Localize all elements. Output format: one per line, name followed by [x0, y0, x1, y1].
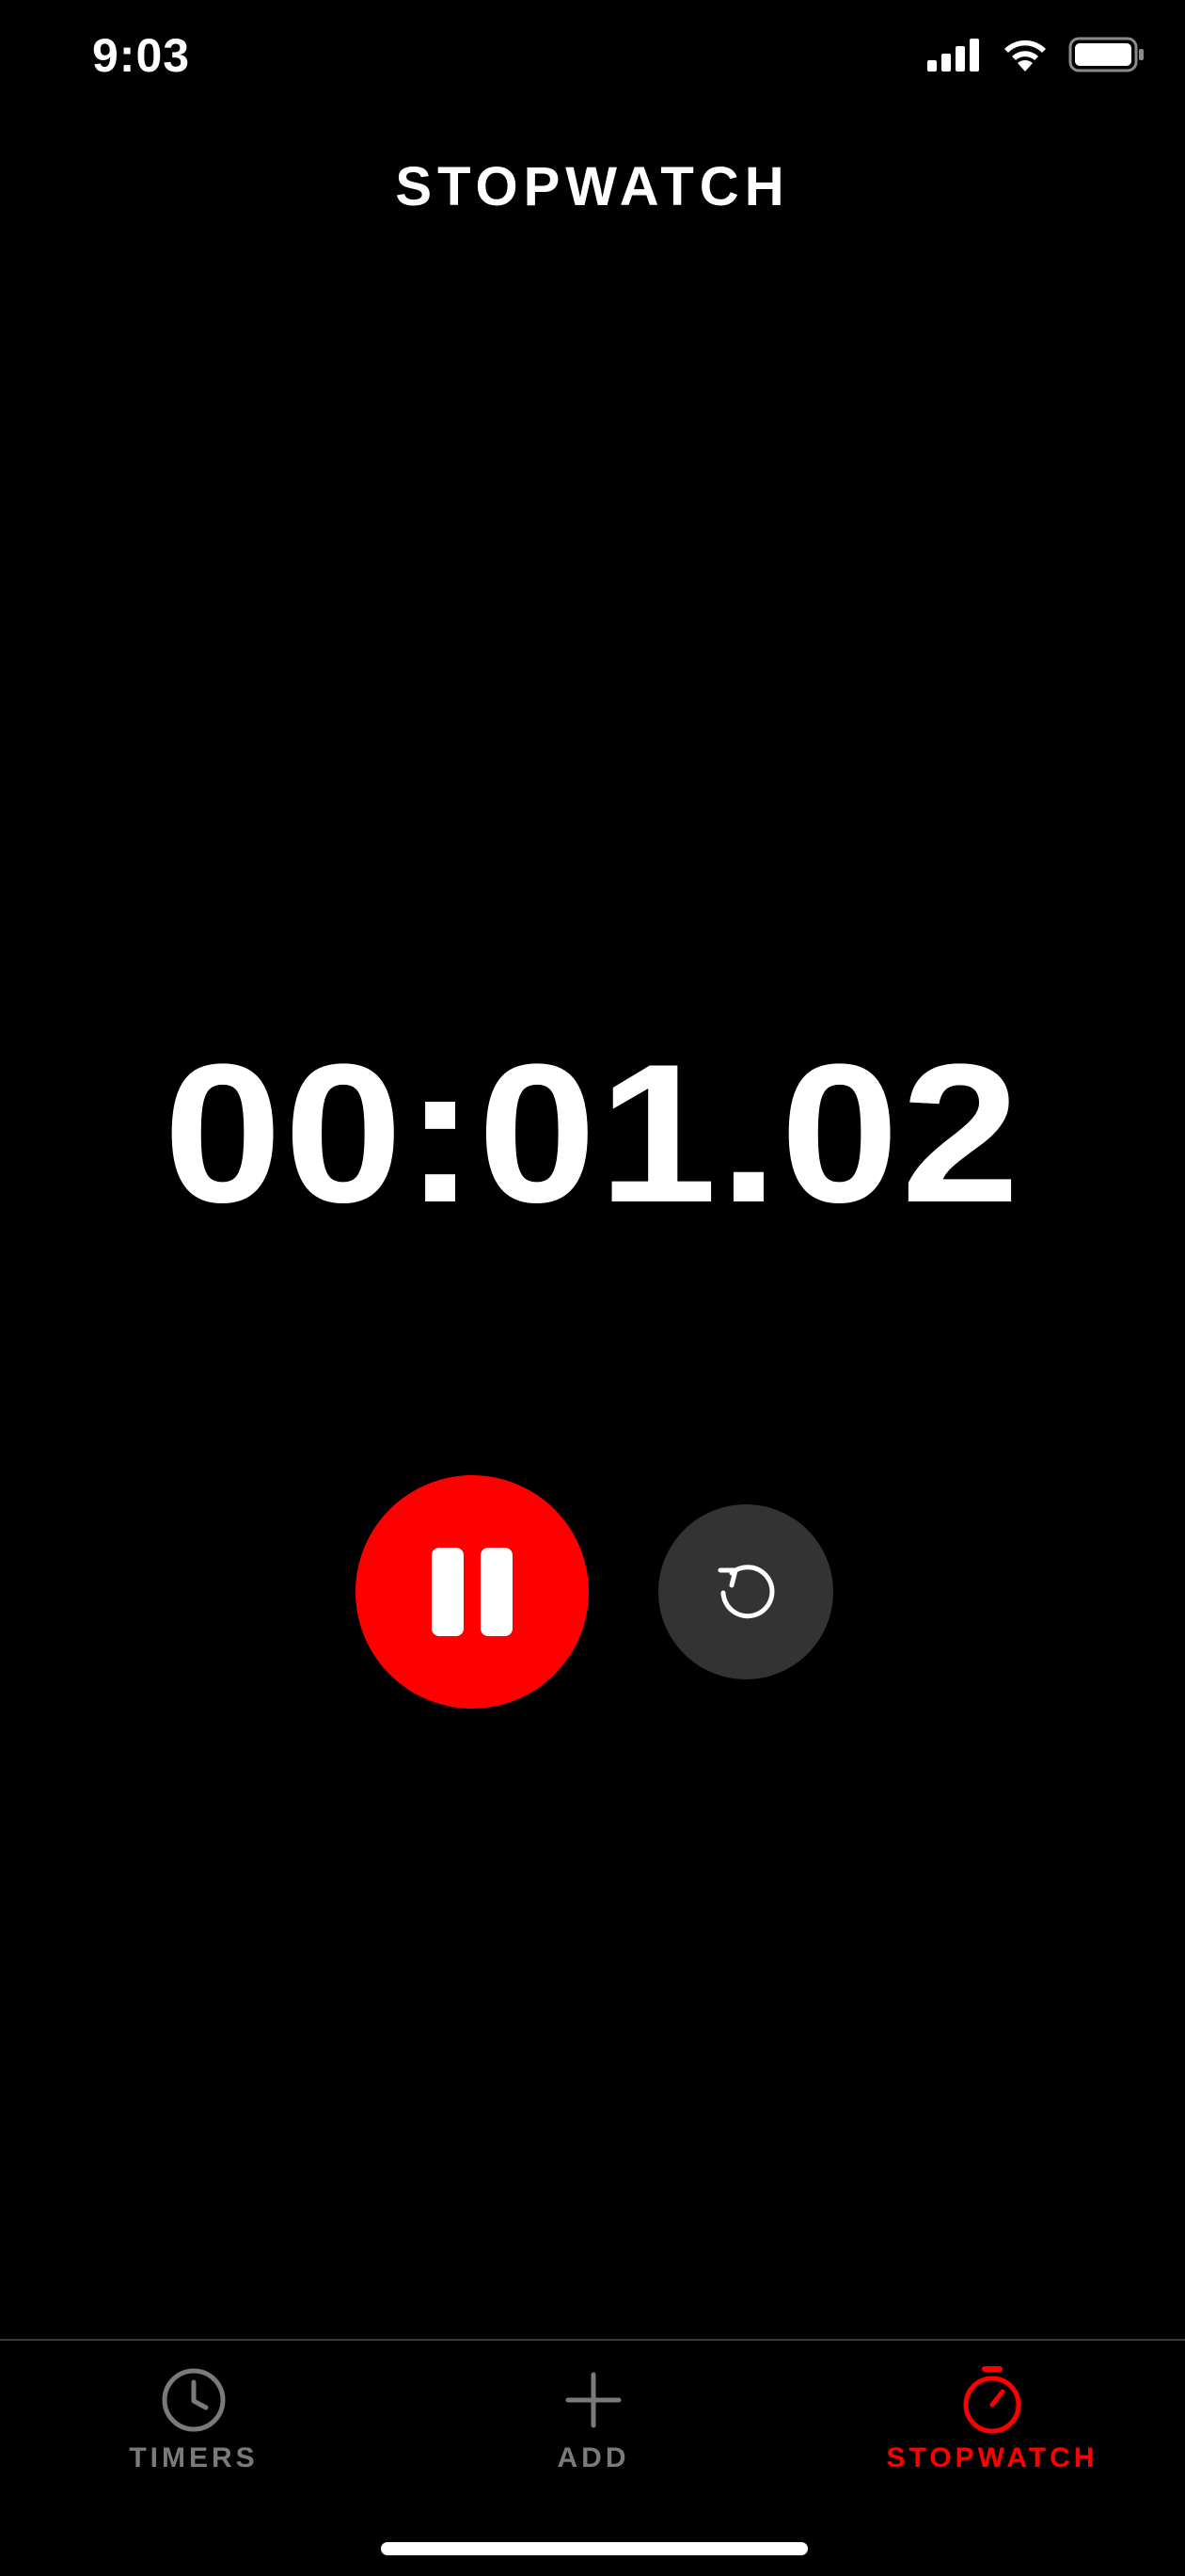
stopwatch-icon — [963, 2366, 1021, 2434]
page-title: STOPWATCH — [395, 156, 790, 217]
pause-bar-left — [432, 1548, 464, 1636]
tab-timers[interactable]: TIMERS — [53, 2363, 335, 2474]
elapsed-time-display: 00:01.02 — [163, 1023, 1022, 1244]
home-indicator[interactable] — [381, 2542, 808, 2555]
tab-add[interactable]: ADD — [452, 2363, 735, 2474]
tab-timers-label: TIMERS — [129, 2442, 259, 2473]
clock-icon — [162, 2368, 226, 2432]
signal-icon — [927, 39, 979, 72]
tab-add-label: ADD — [557, 2442, 630, 2473]
status-bar: 9:03 — [0, 0, 1185, 113]
pause-bar-right — [481, 1548, 513, 1636]
tab-stopwatch-label: STOPWATCH — [886, 2442, 1098, 2473]
plus-icon — [565, 2372, 622, 2428]
pause-icon — [432, 1548, 513, 1636]
wifi-icon — [1004, 40, 1046, 72]
battery-icon — [1068, 37, 1144, 72]
reset-icon — [718, 1565, 775, 1619]
reset-button[interactable] — [658, 1504, 833, 1679]
pause-button[interactable] — [356, 1475, 589, 1709]
status-icons — [925, 36, 1146, 73]
tab-stopwatch[interactable]: STOPWATCH — [851, 2363, 1133, 2474]
tab-bar: TIMERS ADD STOPWATCH — [0, 2339, 1185, 2576]
status-time: 9:03 — [92, 29, 191, 82]
